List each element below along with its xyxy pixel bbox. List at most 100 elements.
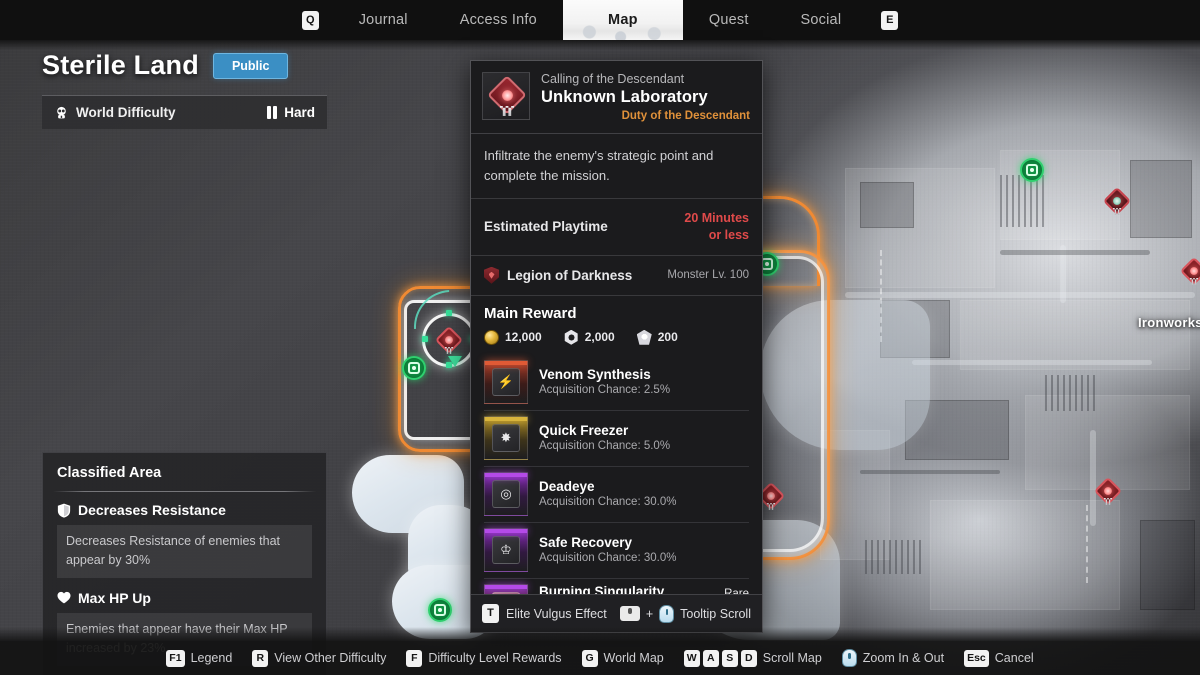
module-icon bbox=[564, 329, 578, 345]
hint-scroll-map-label: Scroll Map bbox=[762, 651, 822, 665]
hint-cancel[interactable]: Esc Cancel bbox=[964, 649, 1034, 667]
bottom-bar-fade bbox=[0, 627, 1200, 641]
faction-label: Legion of Darkness bbox=[507, 267, 633, 283]
reward-thumbnail: ◎ bbox=[484, 471, 528, 516]
classified-area-title: Classified Area bbox=[57, 465, 162, 481]
wasd-keys[interactable]: W A S D bbox=[683, 649, 757, 667]
venom-icon: ⚡ bbox=[492, 367, 520, 396]
hint-legend[interactable]: F1 Legend bbox=[166, 649, 232, 667]
tab-quest[interactable]: Quest bbox=[683, 0, 775, 40]
key-esc[interactable]: Esc bbox=[964, 649, 989, 667]
classified-effect-head: Decreases Resistance bbox=[57, 502, 312, 518]
world-difficulty-row[interactable]: World Difficulty Hard bbox=[42, 95, 327, 129]
map-marker-grapple-point[interactable] bbox=[1020, 158, 1044, 182]
target-icon: ◎ bbox=[492, 479, 520, 508]
area-title-row: Sterile Land Public bbox=[42, 50, 327, 81]
hint-world-map[interactable]: G World Map bbox=[581, 649, 664, 667]
currency-gold-amount: 12,000 bbox=[505, 330, 542, 345]
currency-kuiper: 200 bbox=[636, 329, 678, 345]
main-reward-section: Main Reward 12,000 2,000 200 ⚡ Venom Syn… bbox=[471, 296, 762, 594]
key-g[interactable]: G bbox=[581, 649, 598, 667]
faction-left: Legion of Darkness bbox=[484, 266, 633, 284]
classified-effect-description: Decreases Resistance of enemies that app… bbox=[57, 525, 312, 578]
reward-item[interactable]: ◎ Deadeye Acquisition Chance: 30.0% bbox=[471, 465, 762, 522]
elite-vulgus-key[interactable]: T bbox=[482, 604, 499, 623]
key-f[interactable]: F bbox=[406, 649, 423, 667]
map-marker-mission[interactable] bbox=[1179, 256, 1200, 286]
objective-nub bbox=[422, 336, 428, 342]
bottom-hint-bar: F1 Legend R View Other Difficulty F Diff… bbox=[0, 641, 1200, 675]
main-reward-title: Main Reward bbox=[484, 304, 577, 322]
key-w[interactable]: W bbox=[683, 649, 700, 667]
classified-effect-head: Max HP Up bbox=[57, 590, 312, 606]
reward-chance: Acquisition Chance: 2.5% bbox=[539, 384, 671, 397]
map-marker-grapple-point[interactable] bbox=[402, 356, 426, 380]
reward-name: Quick Freezer bbox=[539, 423, 629, 439]
hint-difficulty-level-rewards[interactable]: F Difficulty Level Rewards bbox=[406, 649, 562, 667]
mission-header-texts: Calling of the Descendant Unknown Labora… bbox=[541, 72, 750, 122]
objective-nub bbox=[446, 310, 452, 316]
area-info-panel: Sterile Land Public World Difficulty Har… bbox=[42, 50, 327, 129]
reward-item[interactable]: ✸ Quick Freezer Acquisition Chance: 5.0% bbox=[471, 409, 762, 466]
reward-rarity-badge: Rare bbox=[724, 587, 749, 594]
hint-scroll-map[interactable]: W A S D Scroll Map bbox=[683, 649, 822, 667]
elite-vulgus-hint[interactable]: T Elite Vulgus Effect bbox=[482, 604, 607, 623]
top-bar-fade bbox=[0, 40, 1200, 50]
mission-tooltip-panel[interactable]: Calling of the Descendant Unknown Labora… bbox=[470, 60, 763, 633]
map-pipe bbox=[845, 292, 1195, 298]
reward-name: Safe Recovery bbox=[539, 535, 633, 551]
tooltip-scroll-hint[interactable]: + Tooltip Scroll bbox=[619, 604, 751, 623]
map-marker-mission-target[interactable] bbox=[434, 325, 464, 355]
key-d[interactable]: D bbox=[740, 649, 757, 667]
reward-item[interactable]: ♔ Safe Recovery Acquisition Chance: 30.0… bbox=[471, 521, 762, 578]
hint-zoom[interactable]: Zoom In & Out bbox=[841, 649, 945, 667]
hint-view-other-difficulty[interactable]: R View Other Difficulty bbox=[252, 649, 387, 667]
map-marker-mission[interactable] bbox=[1093, 476, 1123, 506]
reward-thumbnail: ♔ bbox=[484, 527, 528, 572]
tooltip-scroll-label: Tooltip Scroll bbox=[680, 606, 751, 621]
nav-next-key-e[interactable]: E bbox=[881, 10, 899, 30]
hint-zoom-label: Zoom In & Out bbox=[862, 651, 945, 665]
map-structure bbox=[860, 182, 914, 228]
map-hatch bbox=[1045, 375, 1097, 411]
reward-name: Deadeye bbox=[539, 479, 595, 495]
objective-arrow-icon bbox=[448, 356, 462, 367]
key-s[interactable]: S bbox=[721, 649, 738, 667]
reward-texts: Quick Freezer Acquisition Chance: 5.0% bbox=[539, 423, 749, 452]
tab-map-label: Map bbox=[608, 12, 638, 28]
tab-social[interactable]: Social bbox=[775, 0, 868, 40]
playtime-line-2: or less bbox=[708, 227, 749, 242]
reward-texts: Burning Singularity Reactor Fire Singula… bbox=[539, 584, 713, 594]
game-map-screen: Ironworks Q Journal Access Info Map Ques… bbox=[0, 0, 1200, 675]
monster-level: Monster Lv. 100 bbox=[667, 269, 749, 282]
reward-thumbnail: ✦ bbox=[484, 583, 528, 594]
reward-item[interactable]: ✦ Burning Singularity Reactor Fire Singu… bbox=[471, 577, 762, 594]
currency-gold: 12,000 bbox=[484, 329, 542, 345]
reward-thumbnail: ⚡ bbox=[484, 359, 528, 404]
hint-view-other-difficulty-label: View Other Difficulty bbox=[274, 651, 387, 665]
world-difficulty-left: World Difficulty bbox=[54, 105, 176, 120]
shield-icon bbox=[57, 503, 71, 518]
status-badge-public[interactable]: Public bbox=[212, 52, 289, 79]
reward-name: Venom Synthesis bbox=[539, 367, 651, 383]
map-marker-grapple-point[interactable] bbox=[428, 598, 452, 622]
key-r[interactable]: R bbox=[252, 649, 269, 667]
map-marker-boss[interactable] bbox=[1102, 186, 1132, 216]
reward-item[interactable]: ⚡ Venom Synthesis Acquisition Chance: 2.… bbox=[471, 354, 762, 410]
nav-prev-key-q[interactable]: Q bbox=[301, 10, 319, 30]
map-dashed-boundary bbox=[1086, 505, 1088, 583]
divider bbox=[53, 491, 316, 492]
tab-map[interactable]: Map bbox=[562, 0, 683, 40]
reward-item-list: ⚡ Venom Synthesis Acquisition Chance: 2.… bbox=[471, 354, 762, 594]
nav-items: Q Journal Access Info Map Quest Social E bbox=[288, 0, 913, 40]
classified-effect-item: Decreases Resistance Decreases Resistanc… bbox=[43, 502, 326, 578]
mission-description: Infiltrate the enemy's strategic point a… bbox=[471, 134, 762, 199]
key-a[interactable]: A bbox=[702, 649, 719, 667]
map-region-label: Ironworks bbox=[1138, 315, 1200, 330]
tab-journal[interactable]: Journal bbox=[333, 0, 434, 40]
world-difficulty-right: Hard bbox=[266, 105, 315, 120]
tab-access-info[interactable]: Access Info bbox=[434, 0, 563, 40]
skull-icon bbox=[57, 106, 66, 118]
map-pipe bbox=[860, 470, 1000, 474]
key-f1[interactable]: F1 bbox=[166, 649, 185, 667]
